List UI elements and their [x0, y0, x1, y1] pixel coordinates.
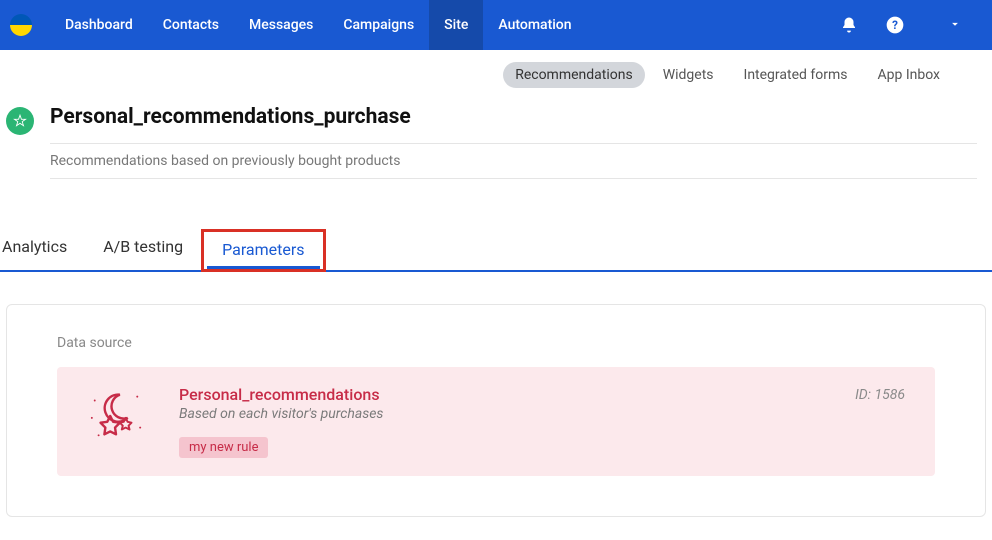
- subnav-recommendations[interactable]: Recommendations: [503, 62, 645, 88]
- bell-icon: [840, 16, 858, 34]
- tab-ab-testing[interactable]: A/B testing: [85, 229, 201, 270]
- data-source-description: Based on each visitor's purchases: [179, 406, 815, 422]
- recommendation-badge: [6, 107, 34, 135]
- nav-site[interactable]: Site: [429, 0, 483, 50]
- sparkle-moon-icon: [87, 388, 145, 442]
- nav-dashboard[interactable]: Dashboard: [50, 0, 148, 50]
- svg-text:?: ?: [892, 18, 898, 32]
- nav-messages[interactable]: Messages: [234, 0, 328, 50]
- tabs: Analytics A/B testing Parameters: [0, 229, 992, 272]
- rule-chip[interactable]: my new rule: [179, 437, 268, 458]
- nav-campaigns[interactable]: Campaigns: [328, 0, 429, 50]
- flag-icon: [10, 14, 32, 36]
- subnav-integrated-forms[interactable]: Integrated forms: [732, 62, 860, 88]
- top-nav: Dashboard Contacts Messages Campaigns Si…: [0, 0, 992, 50]
- subnav-widgets[interactable]: Widgets: [651, 62, 726, 88]
- page-subtitle: Recommendations based on previously boug…: [50, 143, 977, 179]
- data-source-id: ID: 1586: [855, 387, 905, 403]
- notifications-button[interactable]: [834, 10, 864, 40]
- page-header: Personal_recommendations_purchase Recomm…: [0, 100, 992, 179]
- nav-automation[interactable]: Automation: [483, 0, 586, 50]
- parameters-panel: Data source Personal_recommendations Bas…: [6, 304, 986, 517]
- tab-parameters[interactable]: Parameters: [201, 229, 325, 272]
- star-icon: [13, 114, 27, 128]
- page-title: Personal_recommendations_purchase: [50, 105, 977, 129]
- data-source-title: Personal_recommendations: [179, 385, 815, 404]
- chevron-down-icon: [948, 17, 962, 31]
- data-source-card[interactable]: Personal_recommendations Based on each v…: [57, 367, 935, 476]
- nav-contacts[interactable]: Contacts: [148, 0, 234, 50]
- subnav: Recommendations Widgets Integrated forms…: [0, 50, 992, 100]
- user-menu-dropdown[interactable]: [948, 16, 962, 35]
- help-icon: ?: [885, 15, 905, 35]
- tab-analytics[interactable]: Analytics: [0, 229, 85, 270]
- data-source-label: Data source: [57, 335, 935, 351]
- subnav-app-inbox[interactable]: App Inbox: [865, 62, 952, 88]
- recommendation-icon: [81, 385, 151, 445]
- help-button[interactable]: ?: [880, 10, 910, 40]
